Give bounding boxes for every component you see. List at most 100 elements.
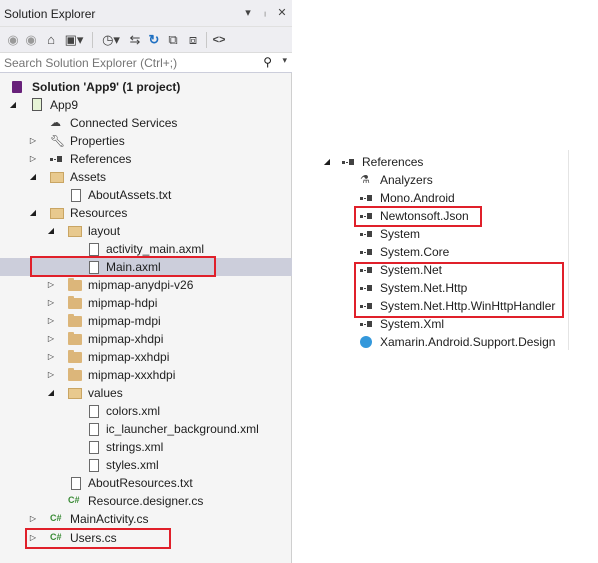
refresh-icon[interactable]: ↻	[145, 31, 163, 49]
forward-icon[interactable]: ◉	[22, 31, 40, 49]
history-icon[interactable]: ◷▾	[98, 31, 124, 49]
tree-item-mipmap-hdpi[interactable]: ▷ mipmap-hdpi	[0, 294, 292, 312]
search-input[interactable]	[4, 55, 254, 71]
collapsed-arrow-icon[interactable]: ▷	[46, 294, 56, 312]
search-options-dropdown-icon[interactable]: ▾	[282, 55, 287, 66]
tree-item-label: mipmap-xxxhdpi	[88, 368, 176, 382]
tree-item-label: Solution 'App9' (1 project)	[32, 80, 181, 94]
sync-icon[interactable]: ⇆	[126, 31, 144, 49]
expanded-arrow-icon[interactable]: ◢	[28, 204, 38, 222]
close-icon[interactable]: ✕	[274, 5, 290, 21]
collapsed-arrow-icon[interactable]: ▷	[46, 276, 56, 294]
tree-item-connected-services[interactable]: ☁ Connected Services	[0, 114, 292, 132]
connected-services-icon: ☁	[50, 117, 61, 129]
back-icon[interactable]: ◉	[4, 31, 22, 49]
tree-item-mipmap-anydpi-v26[interactable]: ▷ mipmap-anydpi-v26	[0, 276, 292, 294]
toolbar: ◉ ◉ ⌂ ▣▾ ◷▾ ⇆ ↻ ⧉ ⧈ <>	[0, 27, 292, 53]
collapsed-arrow-icon[interactable]: ▷	[28, 132, 38, 150]
tree-item-colors-xml[interactable]: colors.xml	[0, 402, 292, 420]
tree-item-app9[interactable]: ◢ App9	[0, 96, 292, 114]
highlight-users-cs	[25, 528, 171, 549]
tree-item-properties[interactable]: ▷ 🔧︎ Properties	[0, 132, 292, 150]
highlight-main-axml	[30, 256, 216, 277]
references-icon	[360, 321, 374, 329]
tree-item-label: styles.xml	[106, 458, 159, 472]
references-icon	[360, 249, 374, 257]
toolbar-separator	[92, 32, 93, 48]
folder-icon	[68, 332, 82, 345]
title-bar: Solution Explorer ▾ ᛧ ✕	[0, 0, 292, 27]
expanded-arrow-icon[interactable]: ◢	[8, 96, 18, 114]
file-icon	[89, 405, 99, 418]
tree-item-references[interactable]: ▷ References	[0, 150, 292, 168]
show-all-files-icon[interactable]: ⧈	[184, 31, 202, 49]
collapse-all-icon[interactable]: ⧉	[164, 31, 182, 49]
file-icon	[89, 459, 99, 472]
switch-views-icon[interactable]: ▣▾	[62, 31, 86, 49]
tree-item-label: mipmap-xhdpi	[88, 332, 164, 346]
home-icon[interactable]: ⌂	[42, 31, 60, 49]
expanded-arrow-icon[interactable]: ◢	[322, 153, 332, 171]
tree-item-mainactivity[interactable]: ▷ C# MainActivity.cs	[0, 510, 292, 528]
tree-item-label: AboutAssets.txt	[88, 188, 172, 202]
text-file-icon	[71, 189, 81, 202]
tree-item-mipmap-mdpi[interactable]: ▷ mipmap-mdpi	[0, 312, 292, 330]
tree-item-styles-xml[interactable]: styles.xml	[0, 456, 292, 474]
tree-item-label: layout	[88, 224, 121, 238]
collapsed-arrow-icon[interactable]: ▷	[28, 150, 38, 168]
pin-icon[interactable]: ᛧ	[257, 5, 273, 21]
tree-item-label: mipmap-hdpi	[88, 296, 158, 310]
tree-item-label: AboutResources.txt	[88, 476, 193, 490]
tree-item-label: Properties	[70, 134, 125, 148]
tree-item-values[interactable]: ◢ values	[0, 384, 292, 402]
reference-item[interactable]: System	[322, 225, 562, 243]
tree-item-layout[interactable]: ◢ layout	[0, 222, 292, 240]
search-icon[interactable]: ⚲	[263, 55, 272, 69]
wrench-icon: 🔧︎	[50, 134, 66, 148]
tree-item-solution[interactable]: Solution 'App9' (1 project)	[0, 78, 292, 96]
tree-item-label: References	[70, 152, 132, 166]
solution-icon	[12, 81, 22, 93]
tree-item-assets[interactable]: ◢ Assets	[0, 168, 292, 186]
preview-icon[interactable]: <>	[210, 31, 228, 49]
csharp-file-icon: C#	[50, 513, 62, 523]
tree-item-aboutresources[interactable]: AboutResources.txt	[0, 474, 292, 492]
tree-item-label: ic_launcher_background.xml	[106, 422, 259, 436]
tree-item-mipmap-xxhdpi[interactable]: ▷ mipmap-xxhdpi	[0, 348, 292, 366]
folder-open-icon	[68, 226, 82, 237]
tree-item-aboutassets[interactable]: AboutAssets.txt	[0, 186, 292, 204]
tree-item-mipmap-xhdpi[interactable]: ▷ mipmap-xhdpi	[0, 330, 292, 348]
xamarin-icon	[360, 336, 372, 348]
tree-item-strings-xml[interactable]: strings.xml	[0, 438, 292, 456]
reference-item[interactable]: System.Core	[322, 243, 562, 261]
tree-item-ic-launcher-background[interactable]: ic_launcher_background.xml	[0, 420, 292, 438]
reference-label: System.Core	[380, 245, 450, 259]
folder-icon	[68, 314, 82, 327]
dropdown-icon[interactable]: ▾	[240, 5, 256, 21]
expanded-arrow-icon[interactable]: ◢	[46, 384, 56, 402]
tree-item-label: mipmap-xxhdpi	[88, 350, 170, 364]
collapsed-arrow-icon[interactable]: ▷	[46, 312, 56, 330]
tree-item-resource-designer[interactable]: C# Resource.designer.cs	[0, 492, 292, 510]
tree-item-label: App9	[50, 98, 79, 112]
reference-item[interactable]: ⚗ Analyzers	[322, 171, 562, 189]
tree-item-mipmap-xxxhdpi[interactable]: ▷ mipmap-xxxhdpi	[0, 366, 292, 384]
tree-item-resources[interactable]: ◢ Resources	[0, 204, 292, 222]
collapsed-arrow-icon[interactable]: ▷	[46, 366, 56, 384]
tree-item-label: mipmap-mdpi	[88, 314, 161, 328]
collapsed-arrow-icon[interactable]: ▷	[28, 510, 38, 528]
csharp-file-icon: C#	[68, 495, 80, 505]
references-icon	[342, 159, 356, 167]
expanded-arrow-icon[interactable]: ◢	[46, 222, 56, 240]
toolbar-separator	[206, 32, 207, 48]
collapsed-arrow-icon[interactable]: ▷	[46, 330, 56, 348]
expanded-arrow-icon[interactable]: ◢	[28, 168, 38, 186]
folder-open-icon	[50, 208, 64, 219]
references-header[interactable]: ◢ References	[322, 153, 562, 171]
reference-label: Mono.Android	[380, 191, 455, 205]
collapsed-arrow-icon[interactable]: ▷	[46, 348, 56, 366]
reference-item[interactable]: Mono.Android	[322, 189, 562, 207]
reference-item[interactable]: Xamarin.Android.Support.Design	[322, 333, 582, 351]
references-icon	[360, 195, 374, 203]
panel-divider	[568, 150, 569, 350]
